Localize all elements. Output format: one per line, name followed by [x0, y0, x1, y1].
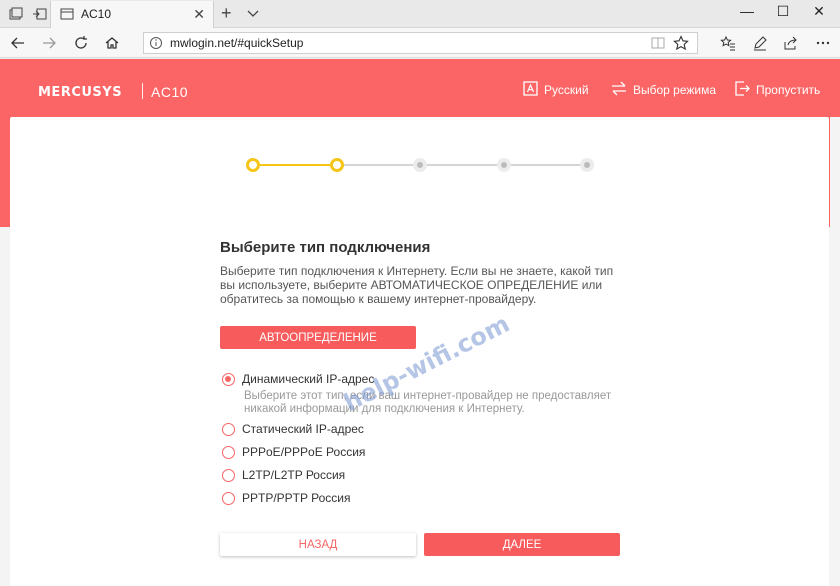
- tab-close-icon[interactable]: ✕: [193, 6, 205, 23]
- page-title: Выберите тип подключения: [220, 239, 431, 256]
- pen-icon[interactable]: [752, 35, 768, 51]
- scrollbar[interactable]: [830, 117, 840, 586]
- more-icon[interactable]: [815, 35, 831, 51]
- page-description: Выберите тип подключения к Интернету. Ес…: [220, 264, 614, 306]
- model-name: AC10: [151, 84, 189, 100]
- browser-tab-bar: AC10 ✕ + — ☐ ✕: [0, 0, 840, 28]
- back-button[interactable]: НАЗАД: [220, 533, 416, 556]
- option-label: PPTP/PPTP Россия: [242, 491, 351, 505]
- maximize-button[interactable]: ☐: [773, 3, 793, 20]
- auto-detect-button[interactable]: АВТООПРЕДЕЛЕНИЕ: [220, 326, 416, 349]
- step-connector-done: [253, 164, 337, 166]
- radio-static-ip[interactable]: [222, 422, 235, 436]
- back-arrow-icon[interactable]: [10, 35, 26, 51]
- refresh-icon[interactable]: [73, 35, 89, 51]
- favorites-icon[interactable]: [720, 35, 736, 51]
- radio-pptp[interactable]: [222, 491, 235, 505]
- radio-l2tp[interactable]: [222, 468, 235, 482]
- browser-nav-bar: mwlogin.net/#quickSetup: [0, 28, 840, 58]
- mode-select-button[interactable]: Выбор режима: [611, 81, 716, 99]
- option-label: PPPoE/PPPoE Россия: [242, 445, 366, 459]
- dynamic-ip-hint: Выберите этот тип, если ваш интернет-про…: [244, 390, 612, 415]
- language-label: Русский: [544, 83, 589, 97]
- language-icon: [523, 81, 538, 99]
- language-button[interactable]: Русский: [523, 81, 589, 99]
- option-l2tp[interactable]: L2TP/L2TP Россия: [222, 467, 345, 483]
- step-4-dot: [497, 158, 511, 172]
- step-connector-pending: [337, 164, 587, 166]
- router-page: MERCUSYS AC10 Русский Выбор режима Пропу…: [0, 59, 840, 586]
- skip-button[interactable]: Пропустить: [735, 81, 820, 99]
- home-icon[interactable]: [104, 35, 120, 51]
- logo-divider: [142, 83, 143, 99]
- exit-icon: [735, 81, 750, 99]
- close-window-button[interactable]: ✕: [809, 3, 829, 20]
- site-info-icon[interactable]: [149, 36, 163, 55]
- browser-tab[interactable]: AC10 ✕: [50, 1, 214, 28]
- option-pptp[interactable]: PPTP/PPTP Россия: [222, 490, 351, 506]
- step-3-dot: [413, 158, 427, 172]
- page-icon: [60, 7, 74, 26]
- option-label: Статический IP-адрес: [242, 422, 364, 436]
- radio-dynamic-ip[interactable]: [222, 372, 235, 386]
- option-label: L2TP/L2TP Россия: [242, 468, 346, 482]
- step-1-dot: [246, 158, 260, 172]
- share-icon[interactable]: [783, 35, 799, 51]
- tab-set-aside-icon[interactable]: [8, 6, 24, 22]
- step-2-dot: [330, 158, 344, 172]
- tab-list-chevron-icon[interactable]: [246, 6, 260, 25]
- switch-mode-icon: [611, 81, 627, 99]
- option-pppoe[interactable]: PPPoE/PPPoE Россия: [222, 444, 365, 460]
- option-static-ip[interactable]: Статический IP-адрес: [222, 421, 364, 437]
- address-text[interactable]: mwlogin.net/#quickSetup: [170, 36, 303, 50]
- minimize-button[interactable]: —: [737, 3, 757, 19]
- skip-label: Пропустить: [756, 83, 821, 97]
- reading-view-icon[interactable]: [651, 36, 665, 55]
- radio-pppoe[interactable]: [222, 445, 235, 459]
- brand-logo: MERCUSYS: [38, 85, 123, 100]
- tabs-aside-icon[interactable]: [32, 6, 48, 22]
- favorite-star-icon[interactable]: [673, 35, 689, 56]
- tab-title: AC10: [81, 7, 112, 21]
- address-bar[interactable]: mwlogin.net/#quickSetup: [143, 32, 698, 54]
- new-tab-button[interactable]: +: [221, 3, 232, 24]
- forward-arrow-icon[interactable]: [41, 35, 57, 51]
- step-5-dot: [580, 158, 594, 172]
- next-button[interactable]: ДАЛЕЕ: [424, 533, 620, 556]
- mode-label: Выбор режима: [633, 83, 717, 97]
